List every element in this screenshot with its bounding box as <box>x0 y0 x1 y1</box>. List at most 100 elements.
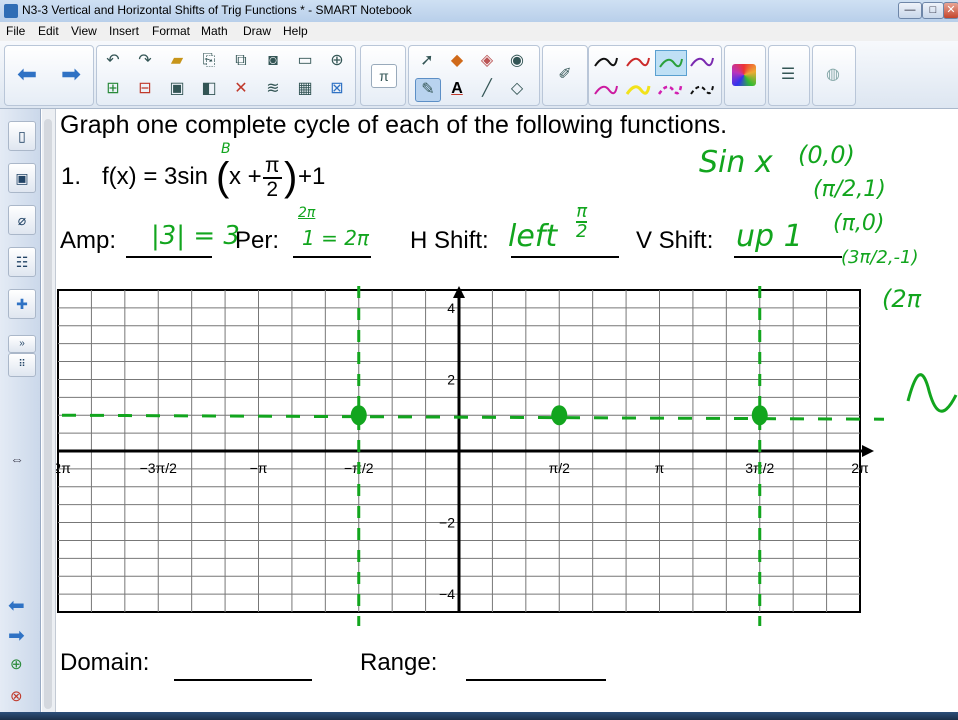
text-icon[interactable]: A <box>445 78 469 100</box>
scrollbar-thumb[interactable] <box>44 119 52 709</box>
ink-b-note[interactable]: B <box>221 141 231 157</box>
delete-page-icon-side[interactable]: ⊗ <box>10 687 23 705</box>
attachments-icon[interactable]: ⌀ <box>8 205 36 235</box>
ink-hshift-den[interactable]: 2 <box>576 223 587 241</box>
ink-hshift-answer[interactable]: left <box>508 219 557 254</box>
problem-number: 1. <box>61 163 82 190</box>
line-style-icon[interactable]: ☰ <box>776 64 800 86</box>
ink-point-5[interactable]: (2π <box>882 285 921 313</box>
ink-sine-sketch[interactable] <box>904 365 958 425</box>
coordinate-graph[interactable]: −2π−3π/2−π−π/2π/2π3π/22π42−2−4 <box>56 286 958 626</box>
menu-file[interactable]: File <box>6 24 25 38</box>
screen-capture-icon[interactable]: ⎘ <box>197 50 221 72</box>
pen-properties-icon[interactable]: ✐ <box>553 64 577 86</box>
math-tools-button[interactable]: π <box>371 64 397 88</box>
pen-swatch-red[interactable] <box>623 50 653 74</box>
hshift-label: H Shift: <box>410 227 489 254</box>
select-arrow-icon[interactable]: ➚ <box>415 50 439 72</box>
back-arrow-icon[interactable]: ⬅ <box>15 63 39 87</box>
window-title: N3-3 Vertical and Horizontal Shifts of T… <box>22 3 412 17</box>
ink-per-numerator[interactable]: 2π <box>298 205 315 221</box>
x-tick-label: −3π/2 <box>140 460 178 476</box>
ink-amp-answer[interactable]: |3| = 3 <box>151 221 240 251</box>
notebook-canvas[interactable]: Graph one complete cycle of each of the … <box>56 109 958 720</box>
amp-blank[interactable] <box>126 256 212 258</box>
vshift-blank[interactable] <box>734 256 842 258</box>
pen-swatch-black-dash[interactable] <box>687 78 717 102</box>
pen-swatches-group <box>588 45 722 106</box>
menu-view[interactable]: View <box>71 24 97 38</box>
ink-point-3[interactable]: (π,0) <box>833 211 884 236</box>
eraser-icon[interactable]: ◈ <box>475 50 499 72</box>
fill-icon[interactable]: ◉ <box>505 50 529 72</box>
add-page-icon-side[interactable]: ⊕ <box>10 655 23 673</box>
previous-page-icon[interactable]: ⬅ <box>8 593 25 618</box>
ink-point-1[interactable]: (0,0) <box>798 141 855 169</box>
redo-icon[interactable]: ↷ <box>133 50 157 72</box>
pen-swatch-black[interactable] <box>591 50 621 74</box>
camera-icon[interactable]: ◙ <box>261 50 285 72</box>
ink-sinx[interactable]: Sin x <box>699 145 773 180</box>
menu-bar: File Edit View Insert Format Math Draw H… <box>0 22 958 42</box>
addons-icon[interactable]: ✚ <box>8 289 36 319</box>
ink-hshift-num[interactable]: π <box>576 203 588 223</box>
open-folder-icon[interactable]: ▰ <box>165 50 189 72</box>
vertical-scrollbar[interactable] <box>42 109 56 720</box>
shapes-icon[interactable]: ◆ <box>445 50 469 72</box>
hshift-blank[interactable] <box>511 256 619 258</box>
menu-help[interactable]: Help <box>283 24 308 38</box>
document-camera-icon[interactable]: ◧ <box>197 78 221 100</box>
page-sorter-icon[interactable]: ▯ <box>8 121 36 151</box>
display-icon[interactable]: ▭ <box>293 50 317 72</box>
maximize-button[interactable]: □ <box>922 2 944 19</box>
minimize-button[interactable]: — <box>898 2 922 19</box>
pen-swatch-purple[interactable] <box>687 50 717 74</box>
close-button[interactable]: ✕ <box>943 2 958 19</box>
ink-vshift-answer[interactable]: up 1 <box>736 219 803 254</box>
next-page-icon[interactable]: ➡ <box>8 623 25 648</box>
pen-swatch-yellow[interactable] <box>623 78 653 102</box>
pens-icon[interactable]: ✎ <box>415 78 441 102</box>
ink-hshift-fraction[interactable]: π 2 <box>576 203 588 241</box>
transparency-icon[interactable]: ◍ <box>821 64 845 86</box>
menu-math[interactable]: Math <box>201 24 228 38</box>
table-icon[interactable]: ▦ <box>293 78 317 100</box>
pen-swatch-green[interactable] <box>655 50 687 76</box>
add-page-icon[interactable]: ⊞ <box>101 78 125 100</box>
domain-blank[interactable] <box>174 679 312 681</box>
x-tick-label: −2π <box>56 460 71 476</box>
delete-icon[interactable]: ✕ <box>229 78 253 100</box>
menu-format[interactable]: Format <box>152 24 190 38</box>
eraser-tool-icon[interactable]: ◇ <box>505 78 529 100</box>
vshift-label: V Shift: <box>636 227 714 254</box>
menu-draw[interactable]: Draw <box>243 24 271 38</box>
ink-point-2[interactable]: (π/2,1) <box>813 177 886 202</box>
pen-swatch-pink-dash[interactable] <box>655 78 685 102</box>
properties-icon[interactable]: ☷ <box>8 247 36 277</box>
ink-per-answer[interactable]: 1 = 2π <box>302 226 369 250</box>
paste-icon[interactable]: ⧉ <box>229 50 253 72</box>
undo-icon[interactable]: ↶ <box>101 50 125 72</box>
full-screen-icon[interactable]: ⊠ <box>325 78 349 100</box>
gallery-icon[interactable]: ▣ <box>8 163 36 193</box>
resize-handle-icon[interactable]: ⇔ <box>10 451 24 467</box>
clear-ink-icon[interactable]: ≋ <box>261 78 285 100</box>
expand-sidebar-icon[interactable]: » <box>8 335 36 353</box>
per-label: Per: <box>235 227 280 254</box>
save-icon[interactable]: ▣ <box>165 78 189 100</box>
pen-swatch-magenta[interactable] <box>591 78 621 102</box>
x-tick-label: 2π <box>851 460 869 476</box>
toolbar: ⬅ ➡ ↶ ↷ ▰ ⎘ ⧉ ◙ ▭ ⊕ ⊞ ⊟ ▣ ◧ ✕ ≋ ▦ ⊠ π ➚ … <box>0 41 958 109</box>
ink-point-4[interactable]: (3π/2,-1) <box>841 247 919 268</box>
magnifier-icon[interactable]: ⊕ <box>325 50 349 72</box>
delete-page-icon[interactable]: ⊟ <box>133 78 157 100</box>
line-icon[interactable]: ╱ <box>475 78 499 100</box>
color-palette-icon[interactable] <box>732 64 756 86</box>
per-blank[interactable] <box>293 256 371 258</box>
menu-insert[interactable]: Insert <box>109 24 139 38</box>
menu-edit[interactable]: Edit <box>38 24 59 38</box>
range-blank[interactable] <box>466 679 606 681</box>
fraction-denominator: 2 <box>266 178 279 201</box>
forward-arrow-icon[interactable]: ➡ <box>59 63 83 87</box>
grip-icon[interactable]: ⠿ <box>8 353 36 377</box>
